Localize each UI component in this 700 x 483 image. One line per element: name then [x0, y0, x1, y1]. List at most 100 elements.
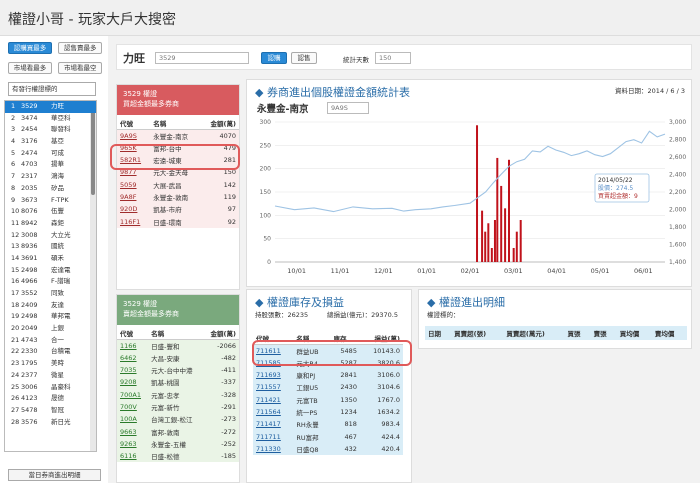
stock-list-item[interactable]: 7 2317 鴻海 — [5, 171, 96, 183]
stock-list-cell: 3474 — [21, 113, 38, 122]
stock-list-item[interactable]: 11 8942 森鉅 — [5, 218, 96, 230]
code-link[interactable]: 9208 — [117, 376, 149, 389]
tab-put-sell-most[interactable]: 認售賣最多 — [58, 42, 103, 54]
stock-list-item[interactable]: 12 3008 大立光 — [5, 230, 96, 242]
stock-list-item[interactable]: 21 4743 合一 — [5, 335, 96, 347]
stock-list-cell: 森鉅 — [51, 218, 64, 227]
table-row[interactable]: 711693 康和PJ 2841 3106.0 — [253, 368, 403, 382]
table-row[interactable]: 9A8F 永豐金-敦南 119 — [117, 190, 239, 204]
code-link[interactable]: 1166 — [117, 339, 149, 352]
stock-list-item[interactable]: 18 2409 友達 — [5, 300, 96, 312]
stock-list-item[interactable]: 1 3529 力旺 — [5, 101, 96, 113]
table-row[interactable]: 920D 凱基-市府 97 — [117, 203, 239, 216]
table-row[interactable]: 711564 統一PS 1234 1634.2 — [253, 405, 403, 419]
detail-box: ◆ 權證進出明細 權證標的： 日期 買賣超(張) 買賣超(萬元) 買張 賣張 買均價 賣均價 — [418, 289, 692, 349]
code-link[interactable]: 700A1 — [117, 388, 149, 401]
code-link[interactable]: 711421 — [253, 393, 294, 406]
code-link[interactable]: 711693 — [253, 368, 294, 382]
code-link[interactable]: 711330 — [253, 442, 294, 455]
stock-list-item[interactable]: 20 2049 上銀 — [5, 323, 96, 335]
table-row[interactable]: 700A1 元富-忠孝 -328 — [117, 388, 239, 401]
put-button[interactable]: 認售 — [291, 52, 317, 64]
y-right-tick: 2,000 — [669, 207, 686, 214]
stock-list-item[interactable]: 24 2377 微星 — [5, 370, 96, 382]
table-row[interactable]: 9663 富邦-敦南 -272 — [117, 425, 239, 438]
stock-list-cell: 2377 — [21, 370, 38, 379]
tab-market-bull[interactable]: 市場看最多 — [8, 62, 52, 74]
stock-list-cell: 4966 — [21, 277, 38, 286]
stock-list-item[interactable]: 22 2330 台積電 — [5, 346, 96, 358]
daily-broker-detail-button[interactable]: 當日券商進出明細 — [8, 469, 101, 481]
call-button[interactable]: 認購 — [261, 52, 287, 64]
table-row[interactable]: 5059 大展-武昌 142 — [117, 178, 239, 191]
code-link[interactable]: 711557 — [253, 381, 294, 394]
stock-list-item[interactable]: 9 3673 F-TPK — [5, 195, 96, 207]
stock-list-cell: 1795 — [21, 359, 38, 368]
table-row[interactable]: 6462 大昌-安康 -482 — [117, 351, 239, 364]
stock-list-item[interactable]: 28 3576 新日光 — [5, 417, 96, 429]
table-row[interactable]: 9A9S 永豐金-南京 4070 — [117, 129, 239, 142]
tab-market-bear[interactable]: 市場看最空 — [58, 62, 103, 74]
table-cell: 元富-忠孝 — [148, 388, 203, 401]
table-row[interactable]: 9208 凱基-桃園 -337 — [117, 376, 239, 389]
code-link[interactable]: 9663 — [117, 425, 149, 438]
table-row[interactable]: 9263 永豐金-五權 -252 — [117, 437, 239, 450]
table-row[interactable]: 1166 日盛-豐和 -2066 — [117, 339, 239, 352]
stock-list-item[interactable]: 2 3474 華亞科 — [5, 113, 96, 125]
code-link[interactable]: 100A — [117, 413, 149, 426]
table-row[interactable]: 7035 元大-台中中港 -411 — [117, 363, 239, 377]
buy-most-box: 3529 權證 買超金額最多券商 代號 名稱 金額(萬) 9A9S 永豐金-南京 4070 9… — [116, 84, 240, 290]
stock-list-item[interactable]: 5 2474 可成 — [5, 148, 96, 160]
table-row[interactable]: 700V 元富-新竹 -291 — [117, 400, 239, 414]
stock-list-item[interactable]: 26 4123 晟德 — [5, 393, 96, 405]
stock-list-item[interactable]: 10 8076 伍豐 — [5, 206, 96, 218]
table-row[interactable]: 6116 日盛-松德 -185 — [117, 449, 239, 463]
code-link[interactable]: 9263 — [117, 437, 149, 450]
stock-list-item[interactable]: 4 3176 基亞 — [5, 136, 96, 148]
code-link[interactable]: 700V — [117, 400, 149, 414]
code-link[interactable]: 920D — [117, 203, 151, 216]
code-link[interactable]: 116F1 — [117, 215, 151, 228]
stock-list-item[interactable]: 27 5478 智冠 — [5, 405, 96, 417]
code-link[interactable]: 6462 — [117, 351, 149, 364]
stock-list-cell: 鴻海 — [51, 172, 64, 181]
code-link[interactable]: 711417 — [253, 418, 294, 431]
table-row[interactable]: 711557 工銀U5 2430 3104.6 — [253, 381, 403, 394]
days-input[interactable]: 150 — [375, 52, 411, 64]
table-row[interactable]: 711711 RU富邦 467 424.4 — [253, 430, 403, 443]
code-link[interactable]: 9A8F — [117, 190, 151, 204]
table-cell: 富邦-敦南 — [148, 425, 203, 438]
code-link[interactable]: 6116 — [117, 449, 149, 463]
stock-list-cell: 國統 — [51, 242, 64, 251]
stock-list-item[interactable]: 19 2498 華邦電 — [5, 311, 96, 323]
table-row[interactable]: 100A 台灣工銀-松江 -273 — [117, 413, 239, 426]
buy-box-title: 3529 權證 — [123, 90, 158, 98]
stock-list-item[interactable]: 6 4703 揚華 — [5, 159, 96, 171]
stock-list-item[interactable]: 14 3691 碩禾 — [5, 253, 96, 265]
stock-list-item[interactable]: 8 2035 矽品 — [5, 183, 96, 195]
table-row[interactable]: 711330 日盛Q8 432 420.4 — [253, 442, 403, 455]
code-link[interactable]: 5059 — [117, 178, 151, 191]
stock-list-item[interactable]: 13 8936 國統 — [5, 241, 96, 253]
stock-code-input[interactable]: 3529 — [155, 52, 249, 64]
bar — [519, 220, 522, 262]
code-link[interactable]: 7035 — [117, 363, 149, 377]
stock-list-item[interactable]: 3 2454 聯發科 — [5, 124, 96, 136]
code-link[interactable]: 9A9S — [117, 129, 151, 142]
table-row[interactable]: 711421 元富TB 1350 1767.0 — [253, 393, 403, 406]
sell-table: 代號 名稱 金額(萬) 1166 日盛-豐和 -2066 6462 大昌-安康 -482 7035… — [117, 327, 239, 463]
code-link[interactable]: 711564 — [253, 405, 294, 419]
table-header: 代號 名稱 金額(萬) — [117, 117, 239, 130]
stock-list-cell: 5478 — [21, 405, 38, 414]
stock-list-cell: 3552 — [21, 289, 38, 297]
table-row[interactable]: 116F1 日盛-環南 92 — [117, 215, 239, 228]
table-row[interactable]: 711417 RH永豐 818 983.4 — [253, 418, 403, 431]
tab-call-buy-most[interactable]: 認購買最多 — [8, 42, 52, 54]
stock-list-item[interactable]: 23 1795 美時 — [5, 358, 96, 370]
stock-list-item[interactable]: 25 3006 晶豪科 — [5, 382, 96, 394]
stock-list-item[interactable]: 15 2498 宏達電 — [5, 265, 96, 277]
stock-list-item[interactable]: 16 4966 F-譜瑞 — [5, 276, 96, 288]
code-link[interactable]: 711711 — [253, 430, 294, 443]
stock-list-item[interactable]: 17 3552 同致 — [5, 288, 96, 300]
underlying-select[interactable]: 有發行權證標的 — [8, 82, 96, 96]
